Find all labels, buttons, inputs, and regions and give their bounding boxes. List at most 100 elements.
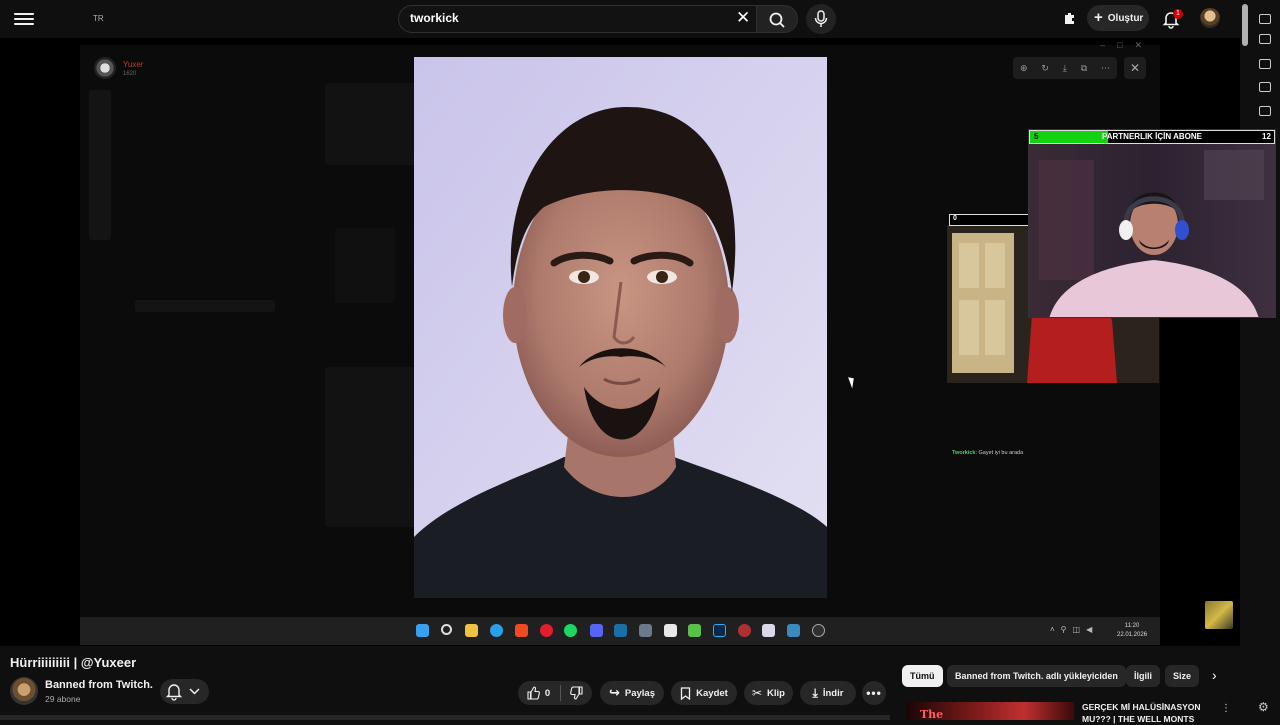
thumbs-down-icon <box>570 686 583 700</box>
like-count: 0 <box>544 687 551 699</box>
puzzle-icon <box>1065 13 1074 24</box>
app-icon[interactable] <box>639 624 652 637</box>
scrollbar-thumb[interactable] <box>1242 4 1248 46</box>
streamer-illustration <box>1029 130 1275 317</box>
chat-user-name: Yuxer <box>123 60 144 69</box>
steam-icon[interactable] <box>614 624 627 637</box>
chat-user-avatar <box>94 57 116 79</box>
account-avatar[interactable] <box>1200 8 1220 28</box>
photoshop-icon[interactable] <box>713 624 726 637</box>
obs-icon[interactable] <box>812 624 825 637</box>
chat-message-user: Tworkick <box>952 450 976 456</box>
cast-button[interactable] <box>1062 10 1078 31</box>
search-button[interactable] <box>756 5 798 33</box>
edge-browser-icon[interactable] <box>490 624 503 637</box>
share-button[interactable]: ↪ Paylaş <box>600 681 664 705</box>
channel-name[interactable]: Banned from Twitch. <box>45 679 153 691</box>
sub-goal-target: 12 <box>1262 132 1271 141</box>
share-label: Paylaş <box>624 687 656 699</box>
download-icon[interactable]: ⤓ <box>1063 63 1067 74</box>
ghost-card <box>325 83 415 165</box>
scissors-icon: ✂ <box>751 686 763 700</box>
chip-from-uploader[interactable]: Banned from Twitch. adlı yükleyiciden <box>947 665 1126 687</box>
sidebar-app-icon[interactable] <box>1259 34 1271 44</box>
ghost-sidebar <box>89 90 111 240</box>
like-button[interactable]: 0 <box>518 681 558 705</box>
sub-goal-current: 5 <box>1034 132 1039 141</box>
app-icon[interactable] <box>664 624 677 637</box>
chat-message-text: : Gayet iyi bu arada <box>975 450 1024 456</box>
corner-thumbnail <box>1205 601 1233 629</box>
sidebar-app-icon[interactable] <box>1259 106 1271 116</box>
app-icon[interactable] <box>762 624 775 637</box>
video-title: Hürriiiiiiiii | @Yuxeer <box>10 655 137 670</box>
more-icon[interactable]: ⋯ <box>1101 63 1110 74</box>
search-icon <box>769 12 785 28</box>
create-button[interactable]: + Oluştur <box>1087 5 1149 31</box>
opera-icon[interactable] <box>540 624 553 637</box>
taskbar-search-icon[interactable] <box>441 624 452 635</box>
chevron-right-icon[interactable]: › <box>1212 667 1217 683</box>
ghost-card <box>325 367 415 527</box>
recommended-title[interactable]: GERÇEK Mİ HALÜSİNASYON MU??? | THE WELL … <box>1082 701 1212 725</box>
more-actions-button[interactable]: ••• <box>862 681 886 705</box>
expand-icon[interactable]: ⧉ <box>1081 63 1087 74</box>
app-icon[interactable] <box>738 624 751 637</box>
kebab-menu-icon[interactable]: ⋮ <box>1221 703 1231 714</box>
system-clock: 11:20 22.01.2026 <box>1117 622 1147 640</box>
clear-search-icon[interactable]: ✕ <box>736 8 750 28</box>
channel-avatar[interactable] <box>10 677 38 705</box>
thumbs-up-icon <box>527 686 540 700</box>
start-icon[interactable] <box>416 624 429 637</box>
discord-icon[interactable] <box>590 624 603 637</box>
bookmark-icon <box>681 686 691 700</box>
plus-icon: + <box>1094 9 1103 26</box>
clock-date: 22.01.2026 <box>1117 632 1148 638</box>
clip-button[interactable]: ✂ Klip <box>744 681 793 705</box>
share-icon: ↪ <box>608 685 620 700</box>
save-label: Kaydet <box>696 687 728 699</box>
recommended-thumbnail-text: The <box>920 708 944 721</box>
image-viewer-toolbar[interactable]: ⊕ ↻ ⤓ ⧉ ⋯ <box>1013 57 1117 79</box>
rotate-icon[interactable]: ↻ <box>1041 63 1049 74</box>
save-button[interactable]: Kaydet <box>671 681 737 705</box>
spotify-icon[interactable] <box>564 624 577 637</box>
portrait-illustration <box>414 57 827 598</box>
secondary-counter-bar <box>949 214 1029 226</box>
ghost-image <box>335 228 395 303</box>
close-viewer-icon[interactable]: ✕ <box>1124 57 1146 79</box>
sidebar-app-icon[interactable] <box>1259 59 1271 69</box>
create-label: Oluştur <box>1107 12 1144 24</box>
menu-icon[interactable] <box>14 10 34 28</box>
chat-user-sub: 1620 <box>123 71 137 77</box>
subscription-bell-button[interactable] <box>160 679 209 704</box>
bottom-strip <box>0 715 890 720</box>
notification-badge: 1 <box>1173 9 1183 19</box>
chat-message: Tworkick: Gayet iyi bu arada <box>952 450 1023 456</box>
sidebar-app-icon[interactable] <box>1259 14 1271 24</box>
zoom-icon[interactable]: ⊕ <box>1020 63 1028 74</box>
microphone-icon <box>814 10 828 27</box>
sidebar-app-icon[interactable] <box>1259 82 1271 92</box>
chip-for-you[interactable]: Size <box>1165 665 1199 687</box>
region-label: TR <box>93 14 104 23</box>
clock-time: 11:20 <box>1124 623 1140 629</box>
streamer-webcam <box>1028 129 1276 318</box>
portrait-photo <box>414 57 827 598</box>
chip-all[interactable]: Tümü <box>902 665 943 687</box>
file-explorer-icon[interactable] <box>465 624 478 637</box>
brave-browser-icon[interactable] <box>515 624 528 637</box>
download-button[interactable]: ⤓ İndir <box>800 681 856 705</box>
voice-search-button[interactable] <box>806 4 836 34</box>
app-icon[interactable] <box>688 624 701 637</box>
app-icon[interactable] <box>787 624 800 637</box>
search-query-text: tworkick <box>410 11 459 25</box>
window-controls[interactable]: –□✕ <box>1100 40 1154 51</box>
download-label: İndir <box>822 687 844 699</box>
more-icon: ••• <box>866 686 882 700</box>
download-icon: ⤓ <box>812 685 818 700</box>
gear-icon[interactable]: ⚙ <box>1258 700 1269 714</box>
chip-related[interactable]: İlgili <box>1126 665 1160 687</box>
system-tray[interactable]: ˄⚲◫◀ <box>1050 625 1098 634</box>
dislike-button[interactable] <box>562 681 592 705</box>
